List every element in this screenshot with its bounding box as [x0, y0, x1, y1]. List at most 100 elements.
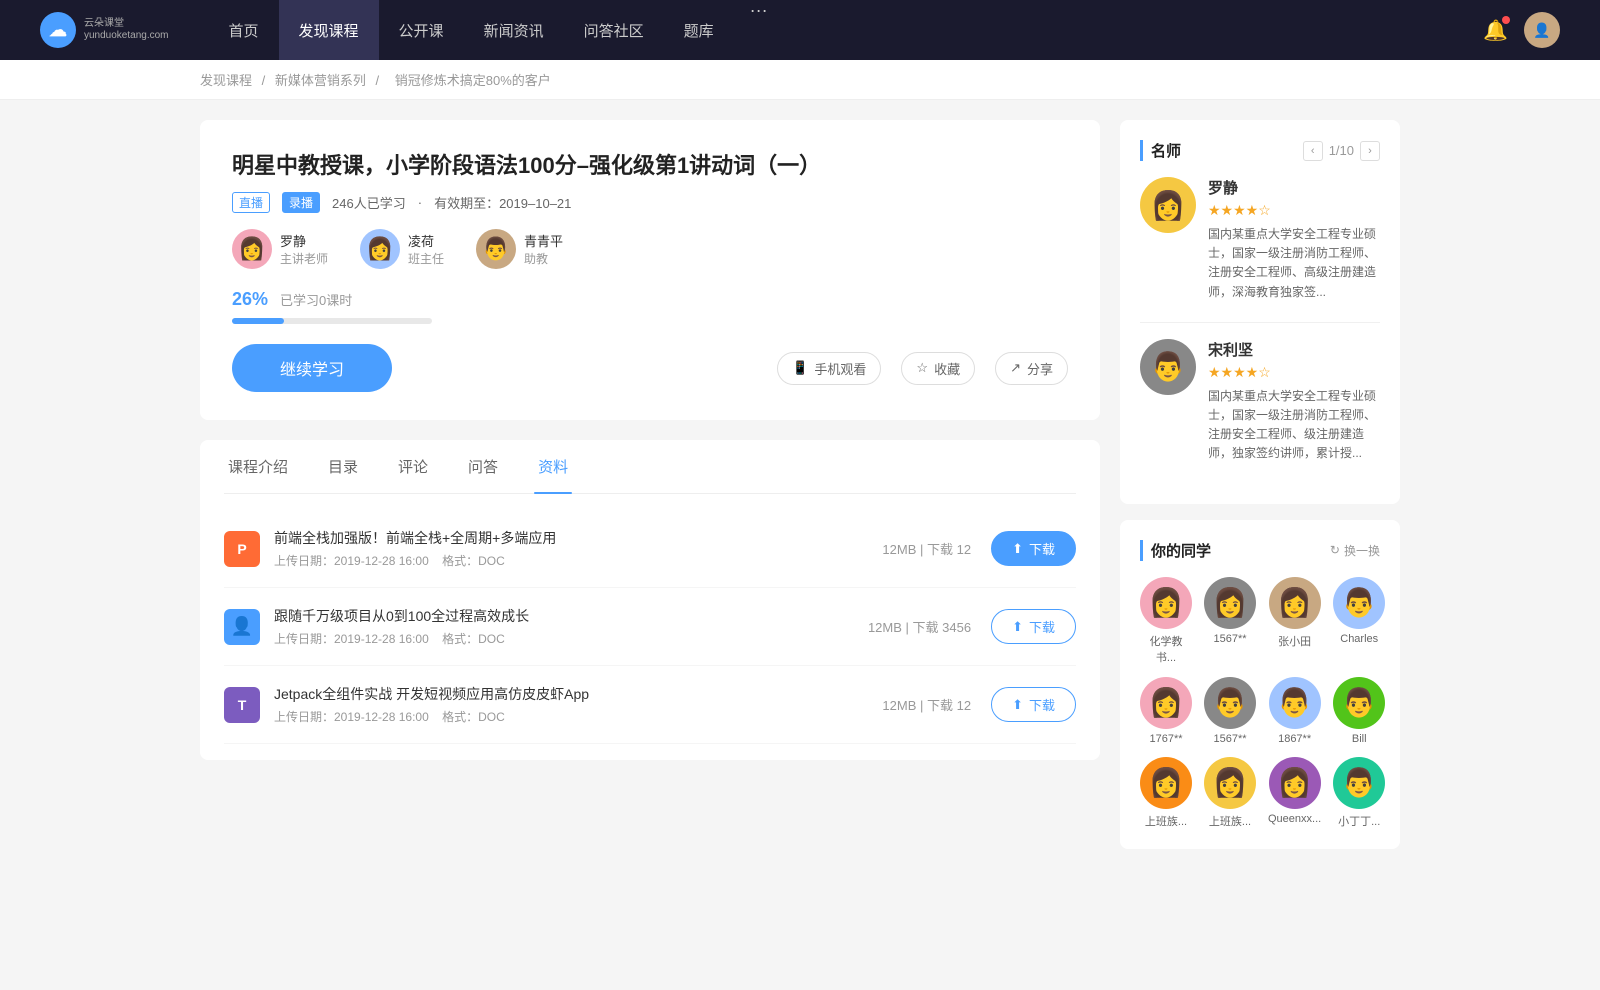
mobile-watch-button[interactable]: 📱 手机观看: [777, 352, 881, 385]
file-icon-2: 👤: [224, 609, 260, 645]
teacher-card-name-1: 罗静: [1208, 177, 1380, 198]
logo[interactable]: ☁ 云朵课堂 yunduoketang.com: [40, 12, 169, 48]
file-size-3: 12MB | 下载 12: [882, 695, 971, 714]
teacher-role-1: 主讲老师: [280, 250, 328, 267]
download-button-1[interactable]: ⬆ 下载: [991, 531, 1076, 566]
student-name-9: 上班族...: [1145, 813, 1187, 829]
teachers-card: 名师 ‹ 1/10 › 👩 罗静 ★★★★☆ 国内某重点大学安全工程专业硕士，国…: [1120, 120, 1400, 504]
student-item-9: 👩 上班族...: [1140, 757, 1192, 829]
tab-resources[interactable]: 资料: [534, 440, 572, 493]
teacher-info-2: 凌荷 班主任: [408, 231, 444, 267]
student-name-4: Charles: [1340, 633, 1378, 645]
student-name-1: 化学教书...: [1140, 633, 1192, 665]
student-avatar-12: 👨: [1333, 757, 1385, 809]
share-icon: ↗: [1010, 360, 1021, 376]
file-item-3: T Jetpack全组件实战 开发短视频应用高仿皮皮虾App 上传日期：2019…: [224, 666, 1076, 744]
nav-qa[interactable]: 问答社区: [564, 0, 664, 60]
student-avatar-6: 👨: [1204, 677, 1256, 729]
course-header: 明星中教授课，小学阶段语法100分–强化级第1讲动词（一） 直播 录播 246人…: [200, 120, 1100, 420]
student-item-10: 👩 上班族...: [1204, 757, 1256, 829]
teacher-card-desc-2: 国内某重点大学安全工程专业硕士，国家一级注册消防工程师、注册安全工程师、级注册建…: [1208, 387, 1380, 464]
course-title: 明星中教授课，小学阶段语法100分–强化级第1讲动词（一）: [232, 148, 1068, 180]
nav-quiz[interactable]: 题库: [664, 0, 734, 60]
student-item-7: 👨 1867**: [1268, 677, 1321, 745]
nav-home[interactable]: 首页: [209, 0, 279, 60]
student-item-2: 👩 1567**: [1204, 577, 1256, 665]
collect-label: 收藏: [934, 359, 960, 378]
teachers-card-title: 名师: [1140, 140, 1181, 161]
tab-intro[interactable]: 课程介绍: [224, 440, 292, 493]
student-avatar-10: 👩: [1204, 757, 1256, 809]
student-avatar-7: 👨: [1269, 677, 1321, 729]
download-icon-3: ⬆: [1012, 697, 1023, 713]
student-item-4: 👨 Charles: [1333, 577, 1385, 665]
tab-qa[interactable]: 问答: [464, 440, 502, 493]
refresh-button[interactable]: ↻ 换一换: [1330, 542, 1380, 559]
student-name-8: Bill: [1352, 733, 1367, 745]
file-size-1: 12MB | 下载 12: [882, 539, 971, 558]
progress-percent: 26%: [232, 289, 268, 310]
collect-button[interactable]: ☆ 收藏: [901, 352, 975, 385]
teacher-avatar-2: 👩: [360, 229, 400, 269]
user-avatar[interactable]: 👤: [1524, 12, 1560, 48]
file-size-2: 12MB | 下载 3456: [868, 617, 971, 636]
teacher-stars-1: ★★★★☆: [1208, 202, 1380, 219]
teacher-avatar-1: 👩: [232, 229, 272, 269]
student-avatar-2: 👩: [1204, 577, 1256, 629]
nav-right: 🔔 👤: [1483, 12, 1560, 48]
logo-icon: ☁: [40, 12, 76, 48]
student-avatar-9: 👩: [1140, 757, 1192, 809]
file-meta-1: 上传日期：2019-12-28 16:00 格式：DOC: [274, 552, 882, 569]
star-icon: ☆: [916, 360, 928, 376]
tab-directory[interactable]: 目录: [324, 440, 362, 493]
student-item-5: 👩 1767**: [1140, 677, 1192, 745]
teacher-role-2: 班主任: [408, 250, 444, 267]
breadcrumb-link-discover[interactable]: 发现课程: [200, 73, 252, 88]
nav-items: 首页 发现课程 公开课 新闻资讯 问答社区 题库 ···: [209, 0, 1484, 60]
share-button[interactable]: ↗ 分享: [995, 352, 1068, 385]
teacher-card-avatar-1: 👩: [1140, 177, 1196, 233]
download-label-3: 下载: [1029, 695, 1055, 714]
download-button-2[interactable]: ⬆ 下载: [991, 609, 1076, 644]
student-name-6: 1567**: [1213, 733, 1246, 745]
student-avatar-11: 👩: [1269, 757, 1321, 809]
valid-until: 有效期至：2019–10–21: [434, 193, 571, 212]
teacher-card-right-1: 罗静 ★★★★☆ 国内某重点大学安全工程专业硕士，国家一级注册消防工程师、注册安…: [1208, 177, 1380, 302]
breadcrumb-link-series[interactable]: 新媒体营销系列: [275, 73, 366, 88]
nav-open[interactable]: 公开课: [379, 0, 464, 60]
teacher-name-3: 青青平: [524, 231, 563, 250]
file-icon-1: P: [224, 531, 260, 567]
continue-button[interactable]: 继续学习: [232, 344, 392, 392]
teachers-next-button[interactable]: ›: [1360, 141, 1380, 161]
teacher-card-desc-1: 国内某重点大学安全工程专业硕士，国家一级注册消防工程师、注册安全工程师、高级注册…: [1208, 225, 1380, 302]
download-icon-1: ⬆: [1012, 541, 1023, 557]
tab-comments[interactable]: 评论: [394, 440, 432, 493]
tag-record: 录播: [282, 192, 320, 213]
student-item-8: 👨 Bill: [1333, 677, 1385, 745]
refresh-label: 换一换: [1344, 542, 1380, 559]
teachers-prev-button[interactable]: ‹: [1303, 141, 1323, 161]
student-item-12: 👨 小丁丁...: [1333, 757, 1385, 829]
nav-news[interactable]: 新闻资讯: [464, 0, 564, 60]
teacher-role-3: 助教: [524, 250, 563, 267]
students-card: 你的同学 ↻ 换一换 👩 化学教书... 👩 1567** 👩 张小田: [1120, 520, 1400, 849]
teacher-info-3: 青青平 助教: [524, 231, 563, 267]
breadcrumb-current: 销冠修炼术搞定80%的客户: [395, 73, 551, 88]
teacher-name-1: 罗静: [280, 231, 328, 250]
student-avatar-4: 👨: [1333, 577, 1385, 629]
teacher-item-1: 👩 罗静 主讲老师: [232, 229, 328, 269]
student-name-5: 1767**: [1149, 733, 1182, 745]
progress-bar-bg: [232, 318, 432, 324]
download-button-3[interactable]: ⬆ 下载: [991, 687, 1076, 722]
teachers-card-nav: ‹ 1/10 ›: [1303, 141, 1380, 161]
students-card-title: 你的同学: [1140, 540, 1211, 561]
bell-icon[interactable]: 🔔: [1483, 18, 1508, 43]
student-item-3: 👩 张小田: [1268, 577, 1321, 665]
nav-discover[interactable]: 发现课程: [279, 0, 379, 60]
file-icon-3: T: [224, 687, 260, 723]
divider: [1140, 322, 1380, 323]
navigation: ☁ 云朵课堂 yunduoketang.com 首页 发现课程 公开课 新闻资讯…: [0, 0, 1600, 60]
refresh-icon: ↻: [1330, 543, 1340, 557]
progress-section: 26% 已学习0课时: [232, 289, 1068, 324]
nav-more[interactable]: ···: [734, 0, 784, 60]
